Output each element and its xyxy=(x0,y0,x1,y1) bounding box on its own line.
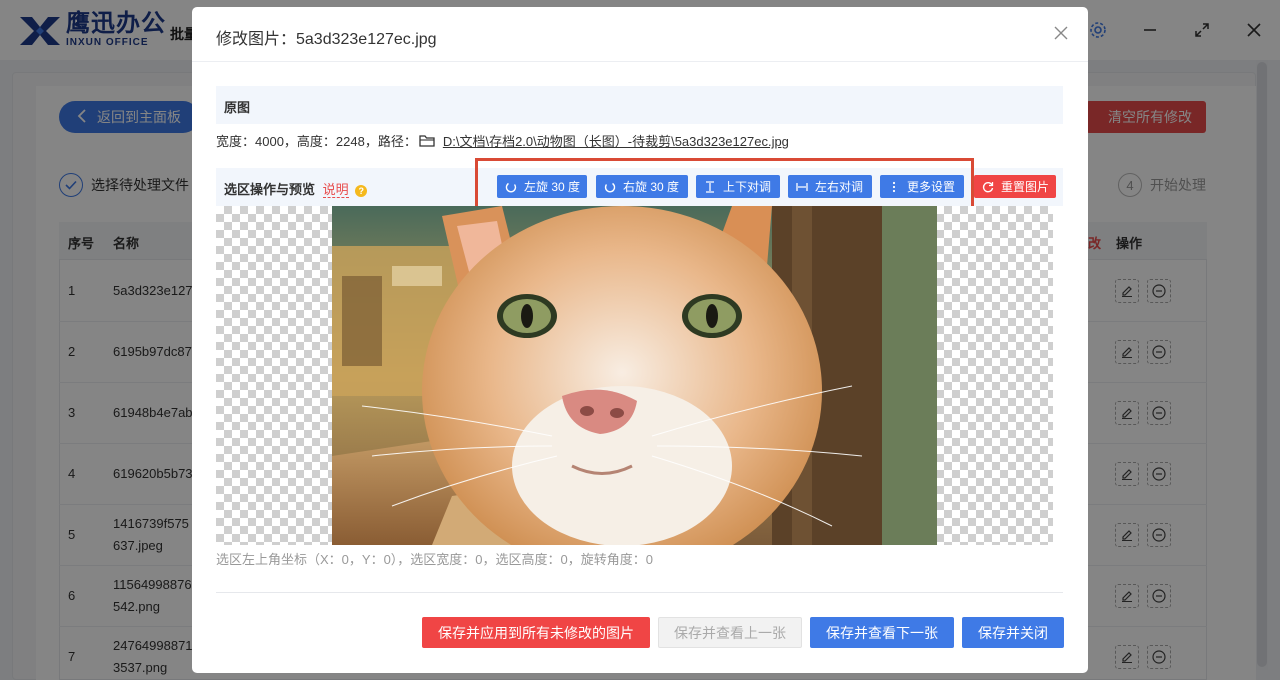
refresh-icon xyxy=(982,181,994,193)
image-info: 宽度：4000，高度：2248，路径： D:\文档\存档2.0\动物图（长图）-… xyxy=(216,131,789,150)
image-path-link[interactable]: D:\文档\存档2.0\动物图（长图）-待裁剪\5a3d323e127ec.jp… xyxy=(443,131,789,150)
original-section-header: 原图 xyxy=(216,86,1063,124)
footer-divider xyxy=(216,592,1063,593)
toolbar-highlight-frame xyxy=(475,158,974,211)
save-view-next-button[interactable]: 保存并查看下一张 xyxy=(810,617,954,648)
selection-status: 选区左上角坐标（X：0，Y：0），选区宽度：0，选区高度：0，旋转角度：0 xyxy=(216,552,653,567)
selection-preview-label: 选区操作与预览 说明 ? xyxy=(224,179,368,198)
folder-icon xyxy=(419,134,435,147)
dialog-title: 修改图片：5a3d323e127ec.jpg xyxy=(216,31,437,48)
reset-image-button[interactable]: 重置图片 xyxy=(974,175,1056,198)
save-apply-all-button[interactable]: 保存并应用到所有未修改的图片 xyxy=(422,617,650,648)
cat-photo-preview[interactable] xyxy=(332,206,937,545)
dialog-header: 修改图片：5a3d323e127ec.jpg xyxy=(192,7,1088,62)
dialog-close-icon[interactable] xyxy=(1050,23,1072,45)
image-info-dimensions: 宽度：4000，高度：2248，路径： xyxy=(216,134,417,149)
save-view-prev-button[interactable]: 保存并查看上一张 xyxy=(658,617,802,648)
op-section-title: 选区操作与预览 xyxy=(224,182,316,197)
save-close-button[interactable]: 保存并关闭 xyxy=(962,617,1064,648)
reset-image-label: 重置图片 xyxy=(1001,180,1050,194)
help-link[interactable]: 说明 xyxy=(322,182,349,198)
edit-image-dialog: 修改图片：5a3d323e127ec.jpg 原图 宽度：4000，高度：224… xyxy=(192,7,1088,673)
help-question-icon[interactable]: ? xyxy=(355,185,368,197)
